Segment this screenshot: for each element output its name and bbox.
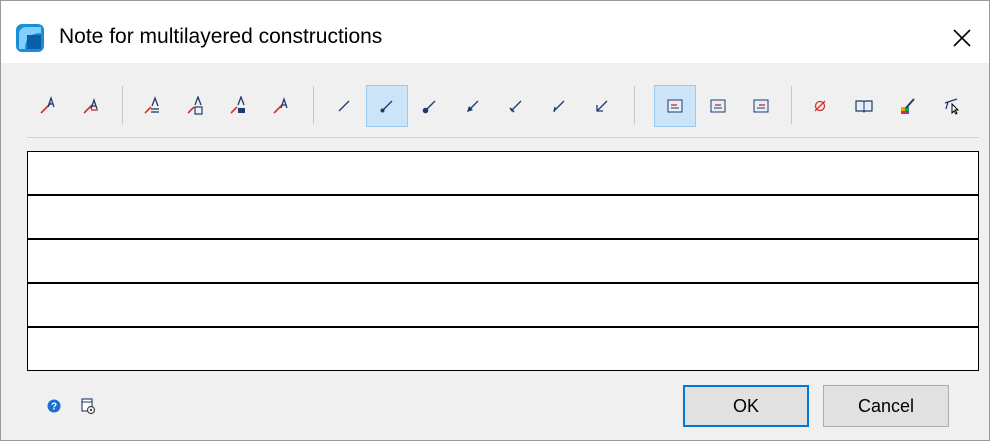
cancel-button[interactable]: Cancel	[823, 385, 949, 427]
text-layer-align-2-icon[interactable]	[174, 85, 216, 127]
leader-large-dot-icon[interactable]	[409, 85, 451, 127]
color-pen-icon[interactable]	[887, 85, 929, 127]
svg-text:?: ?	[51, 402, 57, 413]
diameter-symbol-icon[interactable]	[799, 85, 841, 127]
note-text-table	[27, 151, 979, 371]
text-on-line-icon[interactable]	[70, 85, 112, 127]
leader-filled-arrow-icon[interactable]	[452, 85, 494, 127]
settings-document-icon[interactable]	[79, 397, 97, 415]
text-layer-align-3-icon[interactable]	[217, 85, 259, 127]
note-row-4[interactable]	[28, 284, 978, 328]
leader-dot-icon[interactable]	[366, 85, 408, 127]
ok-button[interactable]: OK	[683, 385, 809, 427]
leader-tick-icon[interactable]	[495, 85, 537, 127]
note-row-3[interactable]	[28, 240, 978, 284]
app-logo-icon	[15, 23, 45, 53]
note-row-5[interactable]	[28, 328, 978, 372]
text-above-line-icon[interactable]	[27, 85, 69, 127]
pick-from-drawing-icon[interactable]	[931, 85, 973, 127]
close-icon[interactable]	[947, 23, 977, 53]
frame-style-3-icon[interactable]	[740, 85, 782, 127]
leader-open-arrow-icon[interactable]	[581, 85, 623, 127]
leader-no-arrow-icon[interactable]	[323, 85, 365, 127]
text-layer-align-1-icon[interactable]	[131, 85, 173, 127]
leader-slash-icon[interactable]	[538, 85, 580, 127]
frame-style-2-icon[interactable]	[697, 85, 739, 127]
text-layer-align-4-icon[interactable]	[260, 85, 302, 127]
toolbar-divider	[27, 137, 979, 138]
note-toolbar	[27, 85, 977, 127]
frame-style-1-icon[interactable]	[654, 85, 696, 127]
dialog-window: Note for multilayered constructions ? OK…	[0, 0, 990, 441]
help-icon[interactable]: ?	[45, 397, 63, 415]
note-row-1[interactable]	[28, 152, 978, 196]
note-row-2[interactable]	[28, 196, 978, 240]
library-book-icon[interactable]	[843, 85, 885, 127]
title-bar: Note for multilayered constructions	[1, 1, 989, 63]
window-title: Note for multilayered constructions	[59, 25, 383, 48]
